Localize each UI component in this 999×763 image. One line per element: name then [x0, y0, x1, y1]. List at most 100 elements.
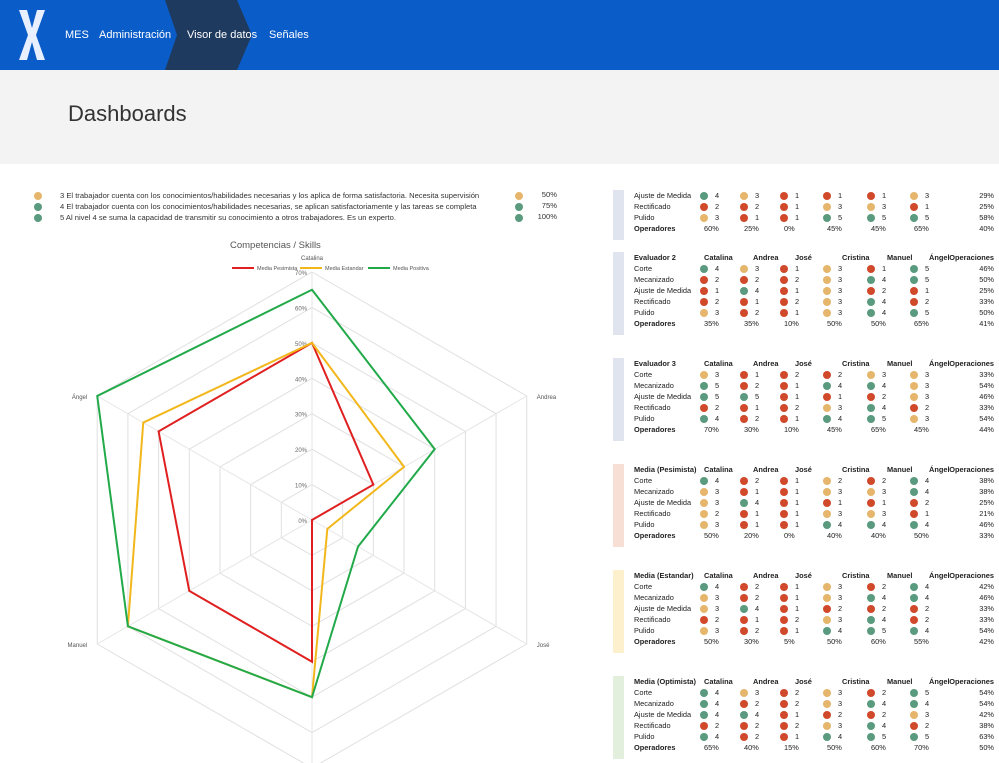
score-value: 2	[795, 370, 800, 379]
score-dot	[823, 392, 831, 401]
score-value: 3	[925, 191, 930, 200]
score-value: 1	[882, 264, 887, 273]
row-percentage: 25%	[979, 286, 994, 295]
score-value: 1	[795, 582, 800, 591]
score-dot	[780, 191, 788, 200]
operator-percentage: 50%	[979, 743, 994, 752]
score-value: 1	[755, 370, 760, 379]
score-value: 1	[795, 213, 800, 222]
operator-percentage: 60%	[704, 224, 719, 233]
table-header-row: Evaluador 2 Catalina Andrea José Cristina Man…	[634, 252, 994, 263]
score-dot	[700, 392, 708, 401]
score-value: 2	[882, 582, 887, 591]
table-footer-row: Operadores 60% 25% 0% 45% 45% 65% 40%	[634, 223, 994, 234]
score-value: 4	[715, 732, 720, 741]
score-value: 1	[925, 286, 930, 295]
column-header: Catalina	[704, 359, 733, 368]
row-percentage: 63%	[979, 732, 994, 741]
row-label: Pulido	[634, 626, 655, 635]
score-value: 2	[925, 721, 930, 730]
operator-percentage: 44%	[979, 425, 994, 434]
score-value: 1	[795, 476, 800, 485]
legend-label: Media Estandar	[325, 266, 364, 272]
score-dot	[910, 297, 918, 306]
score-dot	[823, 626, 831, 635]
nav-visor-de-datos[interactable]: Visor de datos	[187, 0, 257, 70]
nav-mes[interactable]: MES	[65, 0, 89, 70]
row-label: Mecanizado	[634, 699, 674, 708]
app-logo-icon[interactable]	[17, 8, 47, 62]
operator-percentage: 55%	[914, 637, 929, 646]
score-value: 2	[925, 403, 930, 412]
score-value: 2	[795, 615, 800, 624]
score-dot	[910, 191, 918, 200]
score-dot	[910, 370, 918, 379]
column-header: Operaciones	[949, 359, 994, 368]
score-value: 4	[882, 275, 887, 284]
score-dot	[823, 710, 831, 719]
score-dot	[867, 721, 875, 730]
row-percentage: 50%	[979, 308, 994, 317]
table-header-row: Media (Estandar) Catalina Andrea José Cristi…	[634, 570, 994, 581]
operator-percentage: 65%	[871, 425, 886, 434]
operator-percentage: 50%	[871, 319, 886, 328]
score-value: 1	[795, 498, 800, 507]
score-value: 3	[715, 498, 720, 507]
category-label: Ángel	[72, 394, 87, 401]
score-dot	[823, 487, 831, 496]
score-value: 2	[838, 476, 843, 485]
score-dot	[867, 403, 875, 412]
score-value: 3	[715, 604, 720, 613]
score-dot	[740, 202, 748, 211]
score-dot	[823, 699, 831, 708]
score-dot	[700, 202, 708, 211]
score-dot	[740, 286, 748, 295]
nav-senales[interactable]: Señales	[269, 0, 309, 70]
operator-percentage: 10%	[784, 319, 799, 328]
score-dot	[823, 721, 831, 730]
score-dot	[867, 615, 875, 624]
score-dot	[780, 509, 788, 518]
row-percentage: 46%	[979, 264, 994, 273]
score-value: 2	[795, 297, 800, 306]
score-value: 2	[838, 370, 843, 379]
nav-administracion[interactable]: Administración	[99, 0, 171, 70]
level-description: 5 Al nivel 4 se suma la capacidad de tra…	[60, 213, 396, 222]
score-dot	[867, 392, 875, 401]
score-dot	[867, 308, 875, 317]
score-dot	[780, 582, 788, 591]
row-percentage: 42%	[979, 582, 994, 591]
score-value: 4	[882, 593, 887, 602]
score-value: 2	[755, 626, 760, 635]
score-value: 2	[715, 202, 720, 211]
footer-label: Operadores	[634, 425, 676, 434]
score-dot	[740, 498, 748, 507]
table-row: Ajuste de Medida 1 4 1 3 2 1 25%	[634, 285, 994, 296]
operator-percentage: 50%	[704, 637, 719, 646]
score-value: 5	[882, 213, 887, 222]
score-dot	[867, 414, 875, 423]
axis-tick-label: 20%	[295, 448, 308, 454]
table-footer-row: Operadores 35% 35% 10% 50% 50% 65% 41%	[634, 318, 994, 329]
row-percentage: 54%	[979, 688, 994, 697]
score-dot	[910, 721, 918, 730]
score-value: 1	[755, 403, 760, 412]
block-color-bar	[613, 190, 624, 240]
operator-percentage: 10%	[784, 425, 799, 434]
column-header: Manuel	[887, 571, 913, 580]
score-value: 1	[795, 264, 800, 273]
score-value: 2	[715, 615, 720, 624]
score-dot	[700, 626, 708, 635]
score-value: 2	[882, 476, 887, 485]
score-value: 3	[838, 202, 843, 211]
score-dot	[867, 275, 875, 284]
score-dot	[910, 264, 918, 273]
row-label: Mecanizado	[634, 275, 674, 284]
row-label: Ajuste de Medida	[634, 392, 692, 401]
table-row: Mecanizado 3 1 1 3 3 4 38%	[634, 486, 994, 497]
operator-percentage: 41%	[979, 319, 994, 328]
score-dot	[780, 264, 788, 273]
table-row: Ajuste de Medida 3 4 1 1 1 2 25%	[634, 497, 994, 508]
score-value: 2	[795, 699, 800, 708]
table-row: Pulido 3 2 1 3 4 5 50%	[634, 307, 994, 318]
